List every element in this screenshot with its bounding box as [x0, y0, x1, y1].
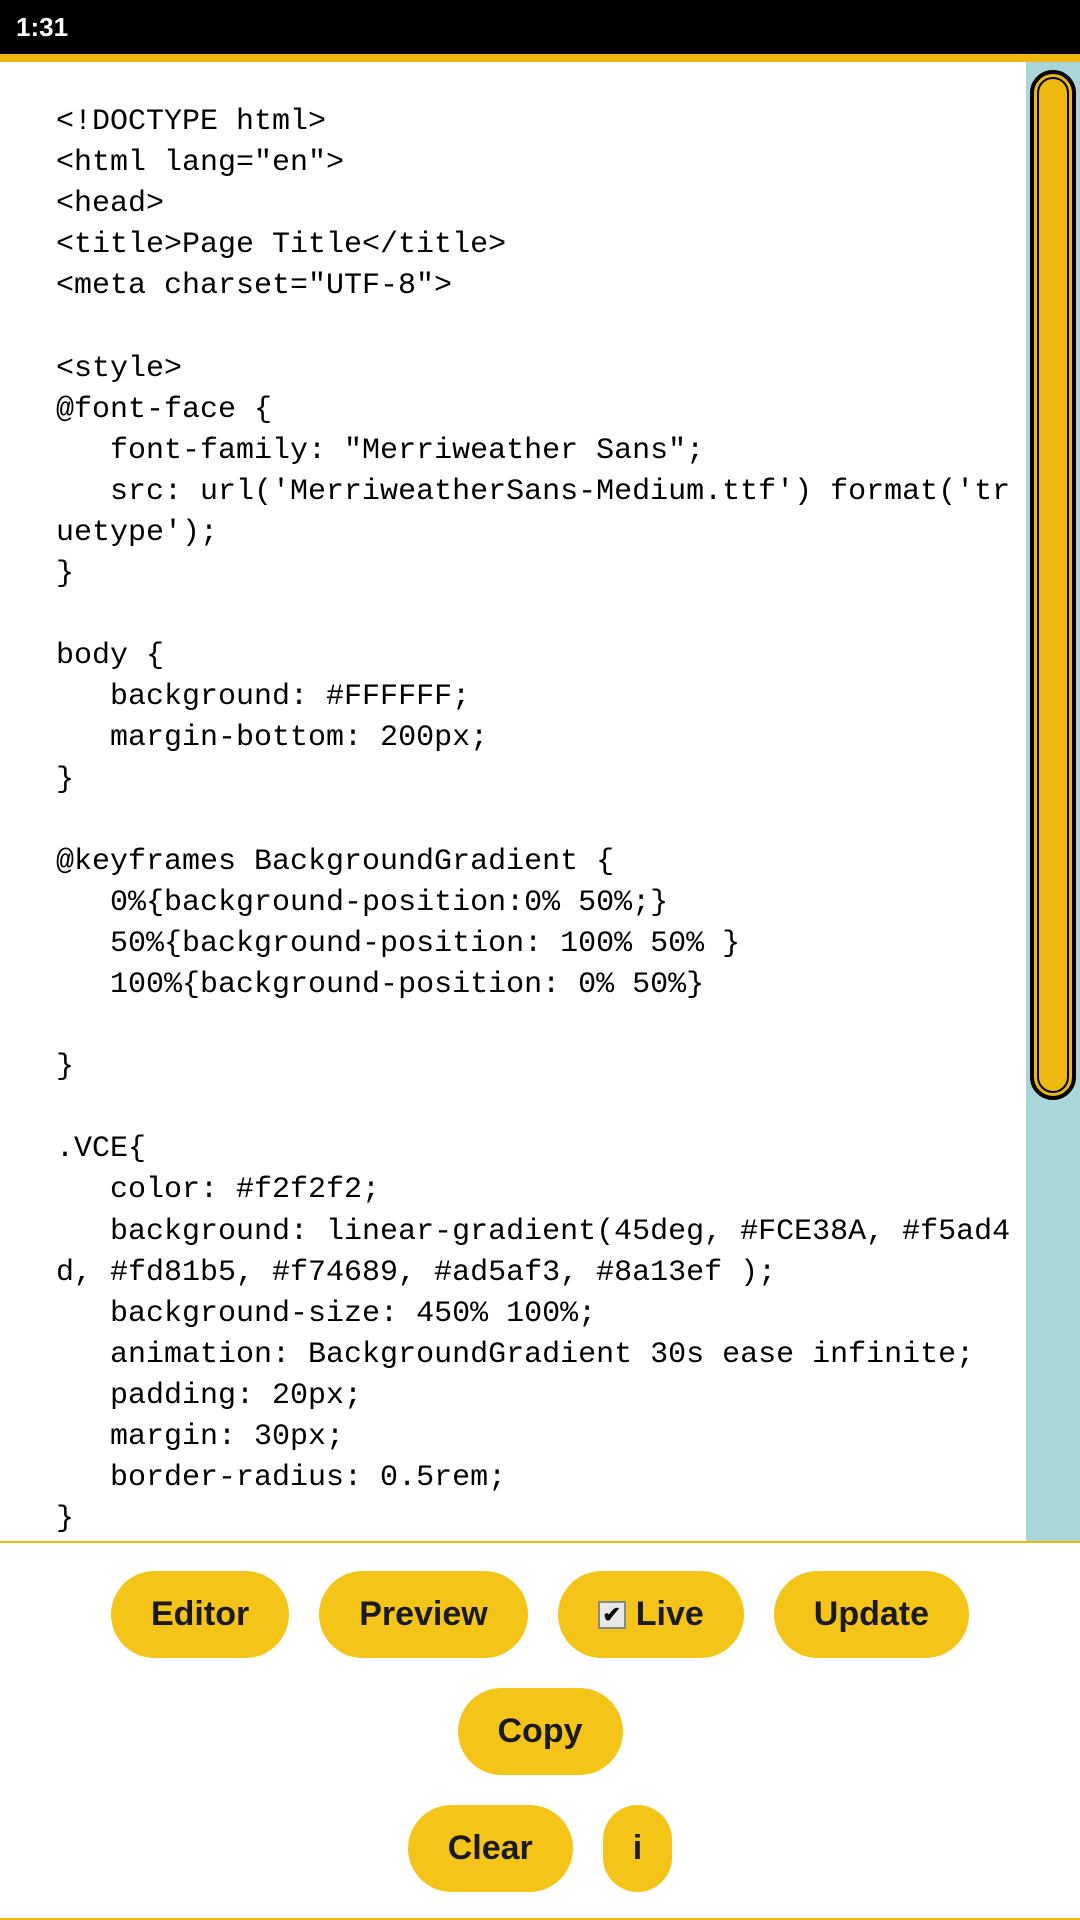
copy-button-label: Copy — [498, 1712, 583, 1751]
status-bar: 1:31 — [0, 0, 1080, 54]
scrollbar-thumb[interactable] — [1030, 70, 1076, 1100]
info-button[interactable]: i — [603, 1805, 672, 1892]
live-checkbox-icon: ✔ — [598, 1601, 626, 1629]
clear-button-label: Clear — [448, 1829, 533, 1868]
editor-button-label: Editor — [151, 1595, 249, 1634]
scrollbar-track[interactable] — [1026, 62, 1080, 1696]
code-content[interactable]: <!DOCTYPE html> <html lang="en"> <head> … — [0, 62, 1080, 1696]
update-button[interactable]: Update — [774, 1571, 969, 1658]
clear-button[interactable]: Clear — [408, 1805, 573, 1892]
bottom-toolbar: Editor Preview ✔ Live Update Copy Clear … — [0, 1541, 1080, 1920]
code-editor[interactable]: <!DOCTYPE html> <html lang="en"> <head> … — [0, 62, 1080, 1696]
copy-button[interactable]: Copy — [458, 1688, 623, 1775]
preview-button-label: Preview — [359, 1595, 488, 1634]
editor-button[interactable]: Editor — [111, 1571, 289, 1658]
info-button-label: i — [633, 1829, 642, 1868]
status-time: 1:31 — [16, 12, 68, 43]
update-button-label: Update — [814, 1595, 929, 1634]
live-button[interactable]: ✔ Live — [558, 1571, 744, 1658]
live-button-label: Live — [636, 1595, 704, 1634]
top-divider — [0, 54, 1080, 62]
preview-button[interactable]: Preview — [319, 1571, 528, 1658]
